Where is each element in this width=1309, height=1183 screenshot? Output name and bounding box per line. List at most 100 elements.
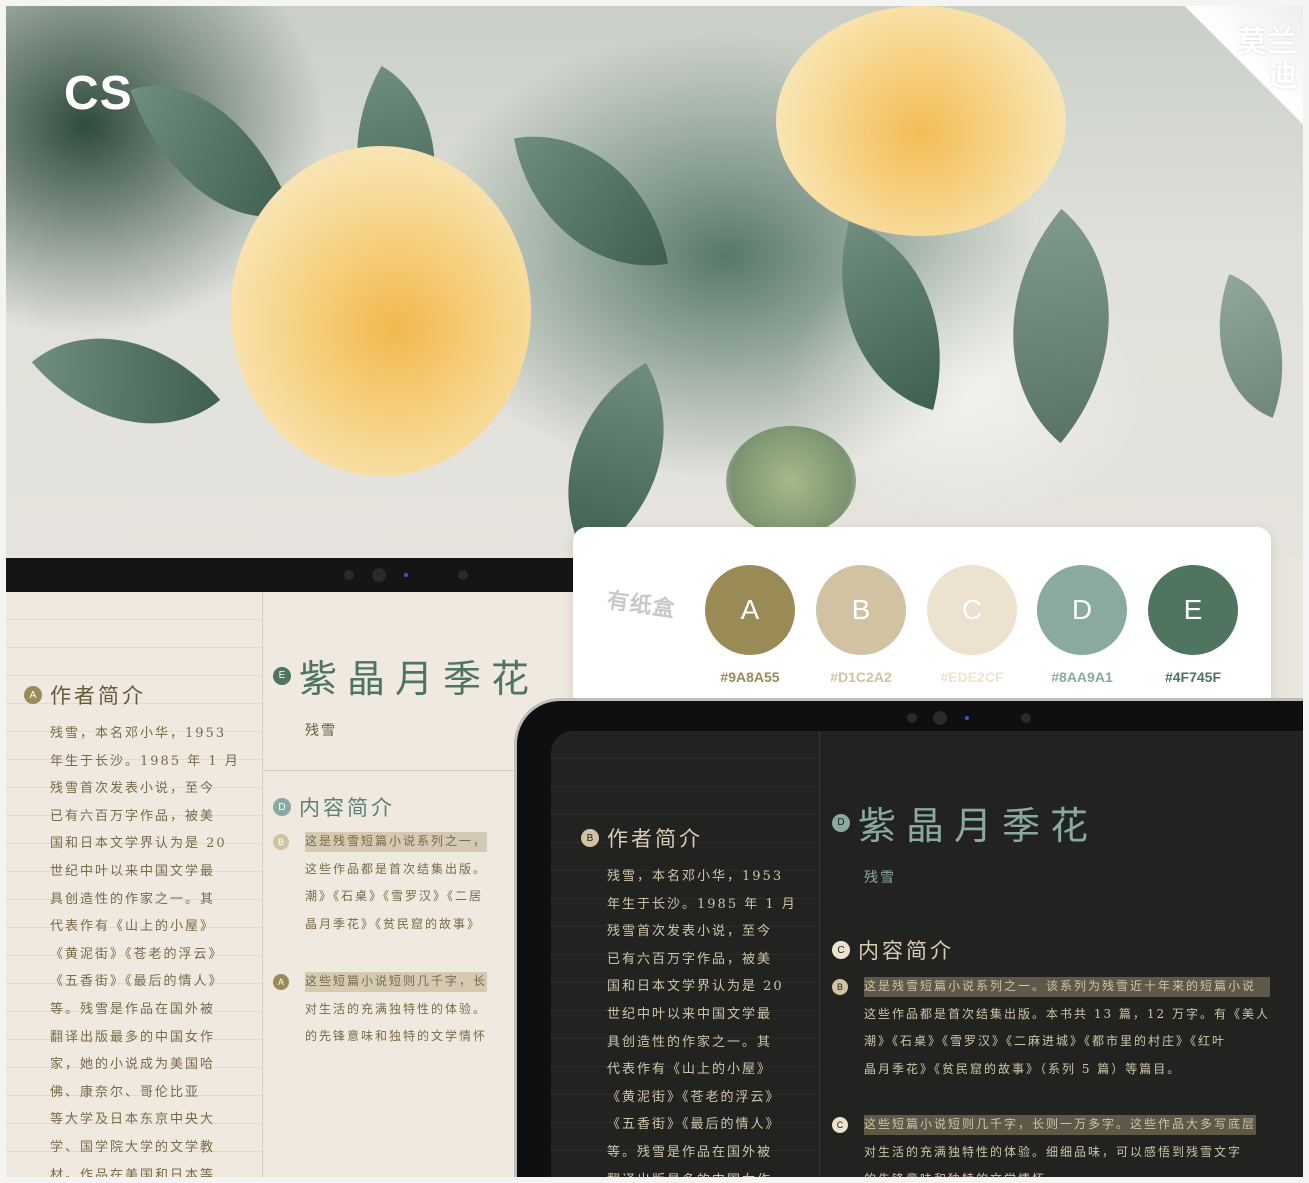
camera-lens [372, 568, 386, 582]
rose-bud [726, 426, 856, 536]
camera-dot [458, 570, 468, 580]
content-title: 内容简介 [299, 796, 395, 820]
camera-dot [344, 570, 354, 580]
bio-line: 《五香街》《最后的情人》 [50, 974, 224, 990]
preview-frame: CS 莫兰迪 A 作者简介 残雪，本名邓小华，1953 年生于长沙。1985 年… [6, 6, 1303, 1177]
para-line: 这是残雪短篇小说系列之一。该系列为残雪近十年来的短篇小说 [864, 973, 1270, 1001]
para-line: 的先锋意味和独特的文学情怀 [305, 1029, 488, 1044]
paragraph-two-text: 这些短篇小说短则几千字，长则一万多字。这些作品大多写底层 对生活的充满独特性的体… [864, 1111, 1257, 1177]
book-author: 残雪 [305, 723, 337, 739]
content-title: 内容简介 [858, 939, 954, 963]
bio-line: 残雪，本名邓小华，1953 [50, 726, 227, 741]
paragraph-two-text: 这些短篇小说短则几千字，长 对生活的充满独特性的体验。 的先锋意味和独特的文学情… [305, 968, 488, 1051]
leaf-shape [516, 362, 716, 554]
bio-line: 代表作有《山上的小屋》 [607, 1062, 773, 1078]
para-line: 潮》《石桌》《雪罗汉》《二居 [305, 889, 484, 904]
content-section-header: D 内容简介 [273, 792, 395, 822]
book-badge: E [273, 666, 291, 685]
bio-line: 具创造性的作家之一。其 [607, 1034, 773, 1050]
paragraph-two: C [832, 1117, 848, 1133]
leaf-shape [945, 208, 1177, 444]
color-palette-card: 有纸盒 A #9A8A55 B #D1C2A2 C #EDE2CF D #8AA… [573, 527, 1271, 717]
bio-line: 世纪中叶以来中国文学最 [607, 1006, 773, 1022]
swatch-a[interactable]: A #9A8A55 [705, 565, 795, 685]
swatch-dot: D [1037, 565, 1127, 655]
page-curl-corner: 莫兰迪 [1173, 6, 1303, 136]
book-author: 残雪 [864, 870, 896, 886]
book-title: 紫晶月季花 [858, 804, 1099, 848]
camera-indicator [965, 716, 969, 720]
paragraph-one-text: 这是残雪短篇小说系列之一， 这些作品都是首次结集出版。 潮》《石桌》《雪罗汉》《… [305, 828, 488, 938]
book-title-header: D 紫晶月季花 [832, 795, 1098, 850]
leaf-shape [31, 284, 221, 478]
bio-line: 国和日本文学界认为是 20 [50, 836, 227, 852]
paragraph-one-text: 这是残雪短篇小说系列之一。该系列为残雪近十年来的短篇小说 这些作品都是首次结集出… [864, 973, 1270, 1083]
content-column: D 紫晶月季花 残雪 C 内容简介 B 这是残雪短篇小说系列之一。该系列为残雪近… [820, 731, 1303, 1177]
bio-line: 年生于长沙。1985 年 1 月 [50, 753, 240, 769]
swatch-dot: C [927, 565, 1017, 655]
swatch-b[interactable]: B #D1C2A2 [816, 565, 906, 685]
author-title: 作者简介 [607, 827, 703, 851]
para-badge: B [273, 834, 289, 850]
para-line: 对生活的充满独特性的体验。 [305, 1001, 488, 1016]
content-badge: C [832, 941, 850, 959]
bio-line: 世纪中叶以来中国文学最 [50, 863, 216, 879]
bio-line: 材。作品在美国和日本等 [50, 1167, 216, 1178]
para-line: 对生活的充满独特性的体验。细细品味，可以感悟到残雪文字 [864, 1144, 1243, 1159]
swatch-d[interactable]: D #8AA9A1 [1037, 565, 1127, 685]
leaf-shape [513, 115, 669, 287]
swatch-letter: A [740, 594, 760, 625]
swatch-letter: E [1183, 594, 1203, 625]
brand-logo: 莫兰迪 [1237, 25, 1297, 94]
swatch-dot: B [816, 565, 906, 655]
book-title: 紫晶月季花 [299, 657, 540, 701]
bio-line: 残雪首次发表小说，至今 [50, 781, 216, 797]
para-line: 晶月季花》《贫民窟的故事》（系列 5 篇）等篇目。 [864, 1061, 1182, 1076]
swatch-hex: #D1C2A2 [830, 669, 892, 685]
camera-indicator [404, 573, 408, 577]
bio-line: 残雪，本名邓小华，1953 [607, 869, 784, 884]
swatch-c[interactable]: C #EDE2CF [927, 565, 1017, 685]
bio-line: 家，她的小说成为美国哈 [50, 1057, 216, 1073]
camera-lens [933, 711, 947, 725]
paragraph-one: B [273, 834, 289, 850]
rose-flower [231, 146, 531, 476]
leaf-shape [1188, 274, 1303, 418]
swatch-e[interactable]: E #4F745F [1148, 565, 1238, 685]
paragraph-two: A [273, 974, 289, 990]
para-badge: C [832, 1117, 848, 1133]
cs-logo: CS [64, 67, 133, 120]
palette-logo: 有纸盒 [605, 588, 678, 623]
swatch-hex: #8AA9A1 [1051, 669, 1113, 685]
para-line: 这些作品都是首次结集出版。本书共 13 篇，12 万字。有《美人 [864, 1006, 1270, 1021]
bio-line: 佛、康奈尔、哥伦比亚 [50, 1084, 201, 1100]
swatch-hex: #9A8A55 [720, 669, 780, 685]
author-section-header: B 作者简介 [581, 823, 703, 853]
camera-dot [907, 713, 917, 723]
author-badge: B [581, 829, 599, 847]
camera-dot [1021, 713, 1031, 723]
author-bio: 残雪，本名邓小华，1953 年生于长沙。1985 年 1 月 残雪首次发表小说，… [50, 720, 240, 1177]
bio-line: 翻译出版最多的中国女作 [607, 1167, 797, 1177]
content-badge: D [273, 798, 291, 816]
author-column: B 作者简介 残雪，本名邓小华，1953 年生于长沙。1985 年 1 月 残雪… [551, 731, 820, 1177]
swatch-hex: #4F745F [1164, 669, 1222, 685]
author-bio: 残雪，本名邓小华，1953 年生于长沙。1985 年 1 月 残雪首次发表小说，… [607, 863, 797, 1177]
bio-line: 代表作有《山上的小屋》 [50, 919, 216, 935]
swatch-letter: B [851, 594, 871, 625]
swatch-letter: D [1071, 594, 1093, 625]
para-line: 这些短篇小说短则几千字，长 [305, 968, 488, 996]
para-line: 这些作品都是首次结集出版。 [305, 861, 488, 876]
bio-line: 残雪首次发表小说，至今 [607, 924, 773, 940]
swatch-hex: #EDE2CF [940, 669, 1004, 685]
para-badge: B [832, 979, 848, 995]
author-column: A 作者简介 残雪，本名邓小华，1953 年生于长沙。1985 年 1 月 残雪… [6, 592, 263, 1177]
para-line: 潮》《石桌》《雪罗汉》《二麻进城》《都市里的村庄》《红叶 [864, 1034, 1227, 1049]
bio-line: 翻译出版最多的中国女作 [50, 1029, 216, 1045]
para-line: 晶月季花》《贫民窟的故事》 [305, 916, 482, 931]
swatch-dot: E [1148, 565, 1238, 655]
bio-line: 学、国学院大学的文学教 [50, 1139, 216, 1155]
bio-line: 国和日本文学界认为是 20 [607, 979, 784, 995]
dark-theme-tablet: B 作者简介 残雪，本名邓小华，1953 年生于长沙。1985 年 1 月 残雪… [514, 698, 1303, 1177]
bio-line: 等。残雪是作品在国外被 [607, 1144, 773, 1160]
